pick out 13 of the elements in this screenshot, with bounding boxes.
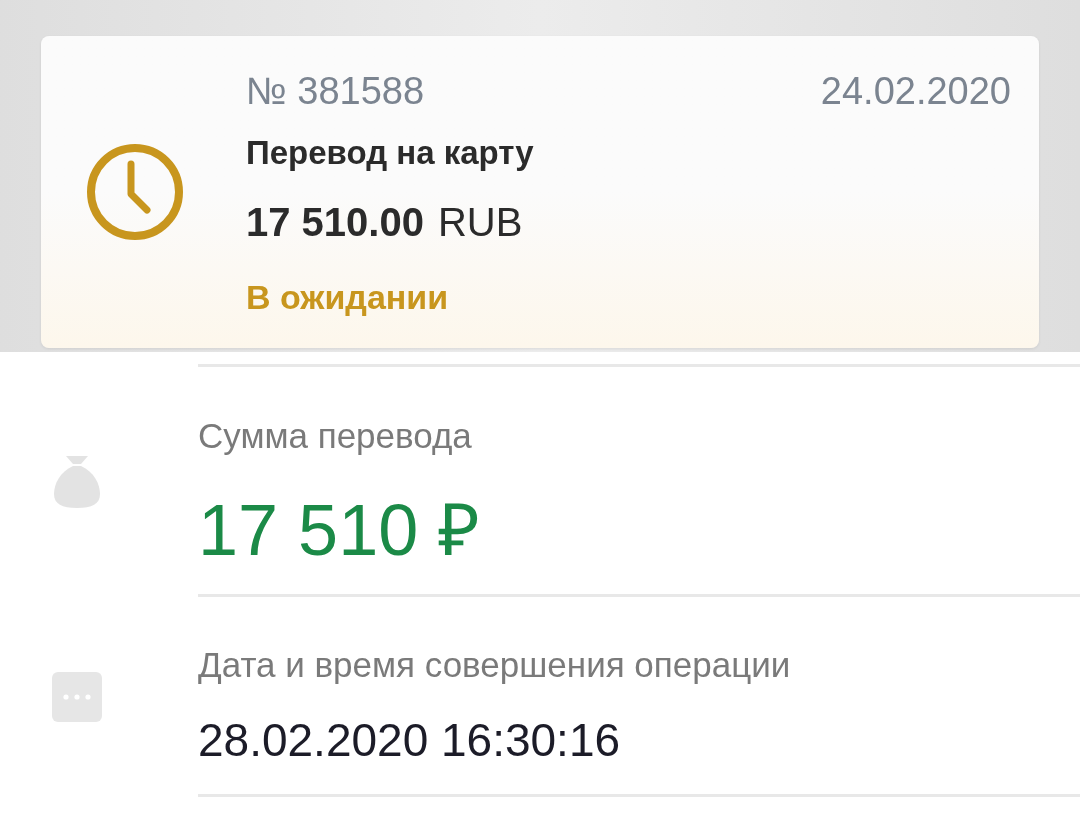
detail-value: 17 510 ₽ bbox=[198, 490, 481, 570]
status-text: В ожидании bbox=[246, 277, 449, 318]
money-bag-icon bbox=[54, 456, 100, 508]
transaction-title: Перевод на карту bbox=[246, 133, 534, 173]
detail-value: 28.02.2020 16:30:16 bbox=[198, 713, 621, 767]
detail-label: Сумма перевода bbox=[198, 415, 472, 457]
transaction-number: № 381588 bbox=[246, 69, 425, 114]
transaction-date: 24.02.2020 bbox=[820, 69, 1011, 114]
ellipsis-tile-icon bbox=[52, 672, 102, 722]
currency-code: RUB bbox=[437, 199, 523, 246]
transaction-amount: 17 510.00 bbox=[246, 199, 424, 246]
transaction-card[interactable]: № 381588 24.02.2020 Перевод на карту 17 510.00 RUB В ожидании bbox=[41, 36, 1039, 348]
detail-label: Дата и время совершения операции bbox=[198, 644, 791, 686]
